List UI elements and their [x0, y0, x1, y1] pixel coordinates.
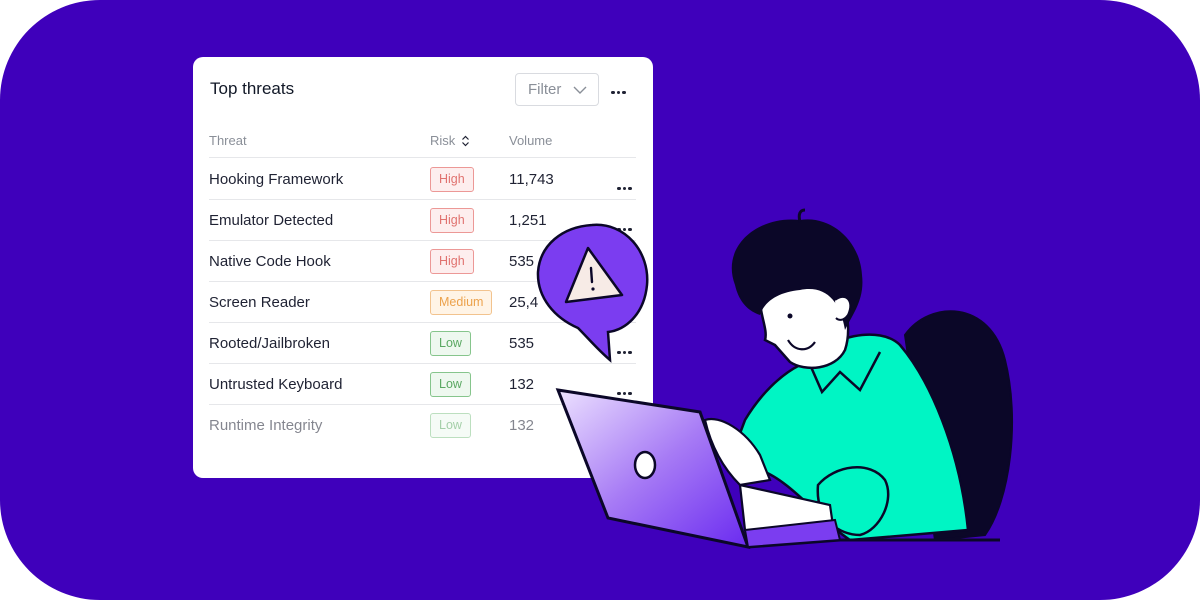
table-header: Threat Risk Volume: [209, 131, 636, 158]
card-more-button[interactable]: [611, 81, 626, 99]
table-row[interactable]: Untrusted Keyboard Low 132: [209, 364, 636, 405]
volume-value: 132: [509, 417, 535, 434]
card-title: Top threats: [210, 79, 295, 98]
top-threats-card: Top threats Filter Threat Risk Volume Ho…: [193, 57, 653, 478]
volume-value: 25,4: [509, 294, 539, 311]
risk-badge: Medium: [430, 290, 493, 315]
risk-badge: High: [430, 167, 474, 192]
risk-badge: Low: [430, 331, 471, 356]
column-threat: Threat: [209, 133, 247, 148]
volume-value: 132: [509, 376, 535, 393]
volume-value: 535: [509, 253, 535, 270]
column-risk-label: Risk: [430, 133, 456, 148]
threat-name: Emulator Detected: [209, 212, 334, 229]
table-row[interactable]: Native Code Hook High 535: [209, 241, 636, 282]
table-row[interactable]: Screen Reader Medium 25,4: [209, 282, 636, 323]
more-horizontal-icon: [617, 391, 632, 395]
row-more-button[interactable]: [617, 177, 632, 195]
row-more-button[interactable]: [617, 382, 632, 400]
column-risk[interactable]: Risk: [430, 133, 470, 148]
table-row[interactable]: Emulator Detected High 1,251: [209, 200, 636, 241]
more-horizontal-icon: [611, 90, 626, 94]
more-horizontal-icon: [617, 227, 632, 231]
chevron-down-icon: [573, 86, 587, 94]
more-horizontal-icon: [617, 350, 632, 354]
risk-badge: Low: [430, 413, 471, 438]
risk-badge: Low: [430, 372, 471, 397]
risk-badge: High: [430, 249, 474, 274]
column-volume: Volume: [509, 133, 553, 148]
more-horizontal-icon: [617, 186, 632, 190]
threat-name: Untrusted Keyboard: [209, 376, 343, 393]
table-row[interactable]: Runtime Integrity Low 132: [209, 405, 636, 446]
sort-icon: [462, 135, 470, 146]
threat-name: Screen Reader: [209, 294, 310, 311]
table-row[interactable]: Hooking Framework High 11,743: [209, 159, 636, 200]
row-more-button[interactable]: [617, 341, 632, 359]
volume-value: 1,251: [509, 212, 547, 229]
volume-value: 535: [509, 335, 535, 352]
volume-value: 11,743: [509, 171, 554, 188]
threat-name: Hooking Framework: [209, 171, 344, 188]
threat-name: Native Code Hook: [209, 253, 331, 270]
filter-dropdown[interactable]: Filter: [515, 73, 599, 106]
table-row[interactable]: Rooted/Jailbroken Low 535: [209, 323, 636, 364]
threat-name: Rooted/Jailbroken: [209, 335, 330, 352]
threat-name: Runtime Integrity: [209, 417, 323, 434]
row-more-button[interactable]: [617, 218, 632, 236]
filter-label: Filter: [528, 81, 562, 98]
risk-badge: High: [430, 208, 474, 233]
